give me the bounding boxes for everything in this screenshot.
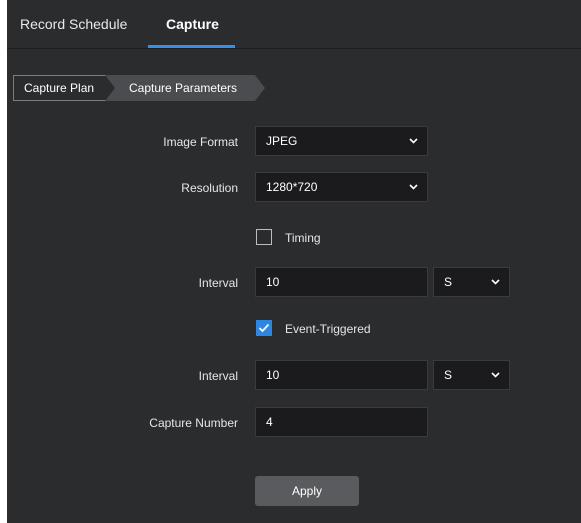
event-interval-input[interactable]: 10 — [255, 360, 428, 390]
timing-interval-label: Interval — [198, 276, 238, 290]
event-interval-label: Interval — [198, 369, 238, 383]
chevron-down-icon — [491, 279, 500, 285]
timing-interval-unit: S — [444, 275, 453, 289]
capture-number-input[interactable]: 4 — [255, 407, 428, 437]
chevron-down-icon — [409, 138, 418, 144]
capture-number-value: 4 — [266, 415, 273, 429]
breadcrumb-capture-plan[interactable]: Capture Plan — [13, 75, 109, 101]
tab-record-schedule[interactable]: Record Schedule — [20, 16, 127, 32]
tab-bar: Record Schedule Capture — [7, 0, 581, 49]
event-triggered-label: Event-Triggered — [285, 322, 371, 336]
active-tab-indicator — [148, 45, 235, 48]
resolution-value: 1280*720 — [266, 180, 318, 194]
image-format-label: Image Format — [163, 135, 238, 149]
resolution-select[interactable]: 1280*720 — [255, 172, 428, 202]
apply-button[interactable]: Apply — [255, 476, 359, 506]
checkmark-icon — [258, 323, 270, 333]
event-triggered-checkbox[interactable] — [256, 320, 272, 336]
breadcrumb-capture-parameters[interactable]: Capture Parameters — [105, 75, 265, 101]
breadcrumb-capture-plan-label: Capture Plan — [24, 81, 95, 95]
event-interval-unit: S — [444, 368, 453, 382]
resolution-label: Resolution — [181, 181, 238, 195]
chevron-down-icon — [409, 184, 418, 190]
image-format-select[interactable]: JPEG — [255, 126, 428, 156]
tab-capture[interactable]: Capture — [166, 16, 219, 32]
image-format-value: JPEG — [266, 134, 298, 148]
event-interval-value: 10 — [266, 368, 280, 382]
event-interval-unit-select[interactable]: S — [433, 360, 510, 390]
timing-checkbox[interactable] — [256, 229, 272, 245]
capture-number-label: Capture Number — [149, 416, 238, 430]
timing-interval-unit-select[interactable]: S — [433, 267, 510, 297]
chevron-down-icon — [491, 372, 500, 378]
timing-interval-input[interactable]: 10 — [255, 267, 428, 297]
breadcrumb-capture-parameters-label: Capture Parameters — [129, 81, 238, 95]
timing-label: Timing — [285, 231, 321, 245]
timing-interval-value: 10 — [266, 275, 280, 289]
capture-settings-panel: Record Schedule Capture Capture Plan Cap… — [7, 0, 581, 523]
